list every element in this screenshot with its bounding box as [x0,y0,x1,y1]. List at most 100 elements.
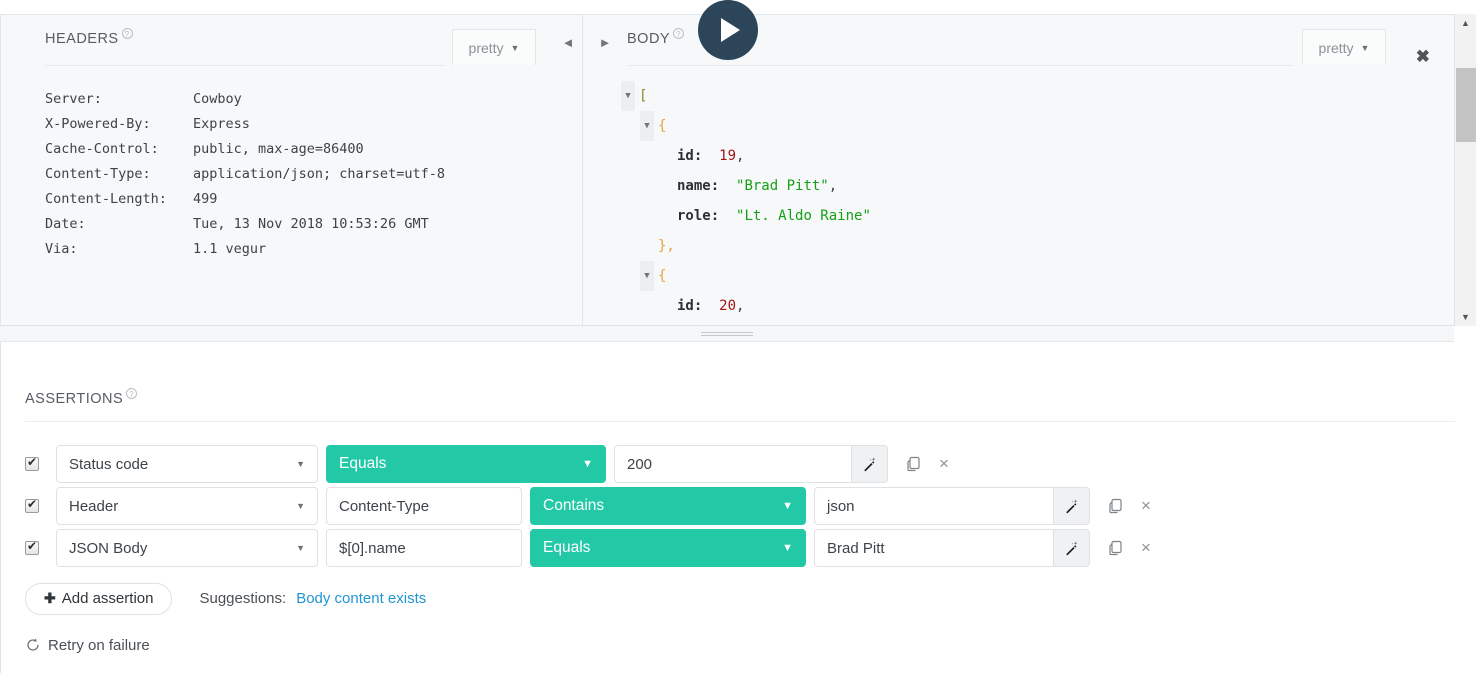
header-key: Date: [45,216,86,232]
header-row: Via: 1.1 vegur [45,237,582,262]
assertion-value-group: json [814,487,1090,526]
json-space [719,171,736,201]
chevron-down-icon: ▼ [296,459,305,470]
help-circle-icon[interactable]: ? [126,388,138,399]
triangle-left-icon[interactable]: ◄ [560,35,576,50]
scroll-up-arrow-icon[interactable]: ▲ [1461,14,1470,32]
panel-resize-handle[interactable] [0,326,1454,342]
play-triangle-icon [721,18,740,42]
suggestions-label: Suggestions: [199,590,287,608]
header-value: public, max-age=86400 [193,141,364,157]
header-value: Cowboy [193,91,242,107]
header-key: X-Powered-By: [45,116,151,132]
collapse-triangle-icon[interactable]: ▼ [640,261,654,291]
run-request-button[interactable] [698,0,758,60]
assertion-path-input[interactable]: Content-Type [326,487,522,526]
assertion-value-input[interactable]: 200 [614,445,852,484]
help-circle-icon[interactable]: ? [121,28,133,39]
header-key: Server: [45,91,102,107]
json-comma: , [736,298,745,314]
assertion-operator-select[interactable]: Equals ▼ [326,445,606,484]
duplicate-icon[interactable] [1104,494,1128,518]
assertions-title-text: ASSERTIONS [25,390,124,407]
json-key: role: [677,208,720,224]
collapse-triangle-icon[interactable]: ▼ [621,81,635,111]
assertion-row: JSON Body ▼ $[0].name Equals ▼ Brad Pitt × [25,528,1454,569]
json-comma: , [828,178,838,194]
assertion-enabled-checkbox[interactable] [25,539,39,556]
json-space [702,141,719,171]
header-key: Content-Length: [45,191,167,207]
duplicate-icon[interactable] [1104,536,1128,560]
header-row: Content-Length: 499 [45,187,582,212]
chevron-down-icon: ▼ [510,42,520,53]
triangle-right-icon[interactable]: ► [597,35,613,50]
assertion-value-group: Brad Pitt [814,529,1090,568]
assertion-operator-label: Equals [339,455,387,473]
json-line: ▼[ [583,81,1454,111]
header-value: 499 [193,191,218,207]
close-x-icon[interactable]: ✖ [1416,48,1430,65]
body-format-label: pretty [1318,39,1354,56]
magic-wand-icon[interactable] [1054,487,1090,526]
close-x-icon[interactable]: × [934,452,954,476]
json-viewer: ▼[▼{id: 19, name: "Brad Pitt", role: "Lt. … [583,55,1454,317]
json-comma: , [736,148,745,164]
json-key: id: [677,298,703,314]
assertion-value-input[interactable]: json [814,487,1054,526]
json-key: id: [677,148,703,164]
headers-title-text: HEADERS [45,30,119,47]
json-line: ▼{ [583,111,1454,141]
json-open-brace: { [658,118,667,134]
plus-icon: ✚ [44,590,56,607]
headers-format-selector[interactable]: pretty ▼ [452,29,536,65]
assertion-enabled-checkbox[interactable] [25,497,39,514]
body-title-text: BODY [627,30,671,47]
add-assertion-label: Add assertion [61,590,154,608]
scrollbar-thumb[interactable] [1456,68,1476,142]
header-value: 1.1 vegur [193,241,267,257]
json-line: role: "Lt. Aldo Raine" [583,201,1454,231]
duplicate-icon[interactable] [902,452,926,476]
assertion-operator-select[interactable]: Contains ▼ [530,487,806,526]
assertion-value-input[interactable]: Brad Pitt [814,529,1054,568]
refresh-circle-icon [27,638,39,651]
body-format-selector[interactable]: pretty ▼ [1302,29,1386,65]
scrollbar-track[interactable] [1455,32,1476,308]
header-value: Express [193,116,250,132]
assertion-type-select[interactable]: Status code ▼ [56,445,318,484]
json-close-brace: }, [658,238,675,254]
add-assertion-button[interactable]: ✚ Add assertion [25,582,173,615]
chevron-down-icon: ▼ [782,500,793,513]
retry-on-failure-toggle[interactable]: Retry on failure [25,637,1454,654]
scroll-down-arrow-icon[interactable]: ▼ [1461,308,1470,326]
suggestion-link[interactable]: Body content exists [296,590,426,607]
assertion-type-select[interactable]: JSON Body ▼ [56,529,318,568]
header-row: Server: Cowboy [45,87,582,112]
magic-wand-icon[interactable] [1054,529,1090,568]
json-key: name: [677,178,720,194]
help-circle-icon[interactable]: ? [673,28,685,39]
header-key: Content-Type: [45,166,151,182]
assertion-path-input[interactable]: $[0].name [326,529,522,568]
close-x-icon[interactable]: × [1136,536,1156,560]
header-row: X-Powered-By: Express [45,112,582,137]
assertion-type-select[interactable]: Header ▼ [56,487,318,526]
close-x-icon[interactable]: × [1136,494,1156,518]
collapse-triangle-icon[interactable]: ▼ [640,111,654,141]
json-open-brace: { [658,268,667,284]
header-row: Cache-Control: public, max-age=86400 [45,137,582,162]
retry-on-failure-label: Retry on failure [48,636,150,654]
magic-wand-icon[interactable] [852,445,888,484]
chevron-down-icon: ▼ [782,542,793,555]
json-line: id: 20, [583,291,1454,317]
assertion-type-label: JSON Body [69,539,148,557]
assertion-operator-select[interactable]: Equals ▼ [530,529,806,568]
body-divider [627,65,1294,66]
assertion-operator-label: Contains [543,497,605,515]
headers-format-label: pretty [468,39,504,56]
headers-divider [45,65,446,66]
chevron-down-icon: ▼ [296,501,305,512]
assertion-enabled-checkbox[interactable] [25,455,39,472]
vertical-scrollbar[interactable]: ▲ ▼ [1454,14,1476,326]
